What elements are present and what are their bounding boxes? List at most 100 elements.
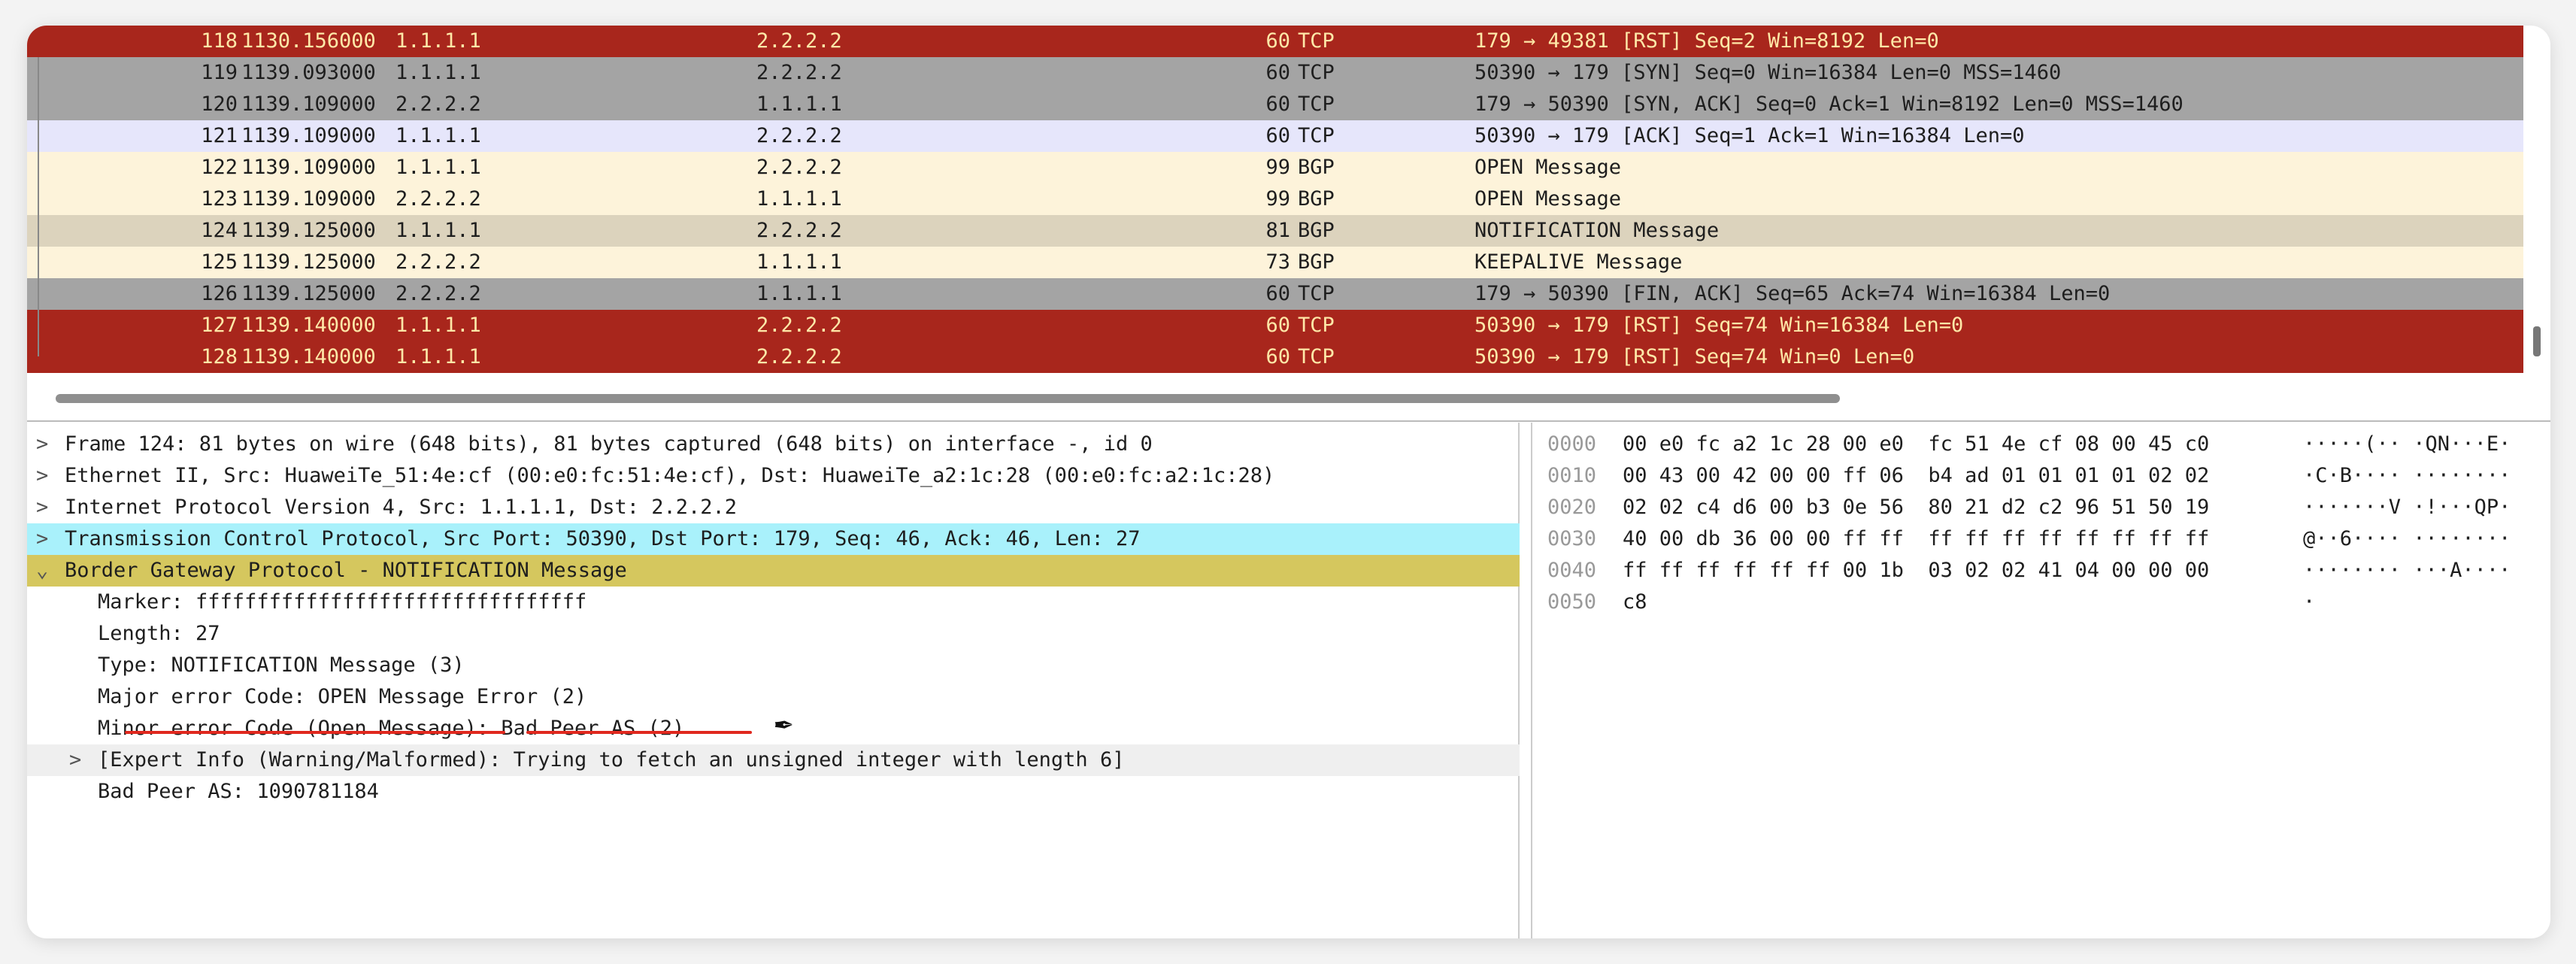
pane-divider[interactable] bbox=[27, 420, 2550, 422]
packet-src: 2.2.2.2 bbox=[395, 282, 481, 305]
packet-time: 1139.125000 bbox=[241, 219, 376, 242]
packet-len: 60 bbox=[1265, 282, 1290, 305]
packet-info: 50390 → 179 [RST] Seq=74 Win=16384 Len=0 bbox=[1474, 314, 1964, 337]
detail-row[interactable]: > Ethernet II, Src: HuaweiTe_51:4e:cf (00… bbox=[27, 460, 1520, 492]
packet-info: NOTIFICATION Message bbox=[1474, 219, 1720, 242]
packet-info: OPEN Message bbox=[1474, 187, 1622, 211]
hex-bytes[interactable]: ff ff ff ff ff ff 00 1b 03 02 02 41 04 0… bbox=[1623, 555, 2209, 587]
hex-row[interactable]: 0050 c8 · bbox=[1532, 587, 2525, 618]
packet-bytes-pane[interactable]: 0000 00 e0 fc a2 1c 28 00 e0 fc 51 4e cf … bbox=[1531, 423, 2523, 938]
detail-row[interactable]: Bad Peer AS: 1090781184 bbox=[27, 776, 1520, 808]
hex-bytes[interactable]: 40 00 db 36 00 00 ff ff ff ff ff ff ff f… bbox=[1623, 523, 2209, 555]
packet-no: 119 bbox=[201, 61, 238, 84]
packet-row[interactable]: 121 1139.109000 1.1.1.1 2.2.2.2 60 TCP 50390 →… bbox=[27, 120, 2523, 152]
packet-row[interactable]: 120 1139.109000 2.2.2.2 1.1.1.1 60 TCP 179 → 5… bbox=[27, 89, 2523, 120]
hex-ascii[interactable]: ·······V ·!···QP· bbox=[2303, 492, 2511, 523]
hex-bytes[interactable]: 00 43 00 42 00 00 ff 06 b4 ad 01 01 01 0… bbox=[1623, 460, 2209, 492]
hex-row[interactable]: 0000 00 e0 fc a2 1c 28 00 e0 fc 51 4e cf … bbox=[1532, 429, 2525, 460]
detail-row[interactable]: > Internet Protocol Version 4, Src: 1.1.1… bbox=[27, 492, 1520, 523]
packet-no: 128 bbox=[201, 345, 238, 368]
packet-no: 118 bbox=[201, 29, 238, 53]
hex-offset: 0010 bbox=[1547, 464, 1597, 487]
expand-arrow-icon[interactable]: > bbox=[36, 492, 59, 523]
packet-dst: 1.1.1.1 bbox=[756, 187, 842, 211]
packet-no: 120 bbox=[201, 92, 238, 116]
packet-dst: 2.2.2.2 bbox=[756, 219, 842, 242]
packet-no: 123 bbox=[201, 187, 238, 211]
packet-row[interactable]: 128 1139.140000 1.1.1.1 2.2.2.2 60 TCP 50390 →… bbox=[27, 341, 2523, 373]
packet-row[interactable]: 127 1139.140000 1.1.1.1 2.2.2.2 60 TCP 50390 →… bbox=[27, 310, 2523, 341]
packet-proto: TCP bbox=[1298, 92, 1335, 116]
packet-no: 127 bbox=[201, 314, 238, 337]
packet-dst: 2.2.2.2 bbox=[756, 345, 842, 368]
packet-info: OPEN Message bbox=[1474, 156, 1622, 179]
packet-row[interactable]: 123 1139.109000 2.2.2.2 1.1.1.1 99 BGP OPEN Me… bbox=[27, 183, 2523, 215]
packet-row[interactable]: 122 1139.109000 1.1.1.1 2.2.2.2 99 BGP OPEN Me… bbox=[27, 152, 2523, 183]
packet-src: 1.1.1.1 bbox=[395, 61, 481, 84]
packet-dst: 2.2.2.2 bbox=[756, 29, 842, 53]
packet-src: 1.1.1.1 bbox=[395, 314, 481, 337]
packet-src: 1.1.1.1 bbox=[395, 124, 481, 147]
detail-row[interactable]: Minor error Code (Open Message): Bad Pee… bbox=[27, 713, 1520, 744]
detail-text: Border Gateway Protocol - NOTIFICATION M… bbox=[65, 559, 627, 582]
hex-ascii[interactable]: ·C·B···· ········ bbox=[2303, 460, 2511, 492]
packet-details-pane[interactable]: > Frame 124: 81 bytes on wire (648 bits),… bbox=[27, 423, 1520, 938]
packet-list-horizontal-scrollbar-right[interactable] bbox=[956, 394, 1840, 403]
hex-row[interactable]: 0040 ff ff ff ff ff ff 00 1b 03 02 02 41 … bbox=[1532, 555, 2525, 587]
hex-ascii[interactable]: @··6···· ········ bbox=[2303, 523, 2511, 555]
detail-row[interactable]: ⌄ Border Gateway Protocol - NOTIFICATION … bbox=[27, 555, 1520, 587]
expand-arrow-icon[interactable]: > bbox=[69, 744, 92, 776]
packet-list-vertical-scrollbar[interactable] bbox=[2533, 326, 2541, 356]
detail-row[interactable]: Length: 27 bbox=[27, 618, 1520, 650]
packet-info: 179 → 50390 [FIN, ACK] Seq=65 Ack=74 Win… bbox=[1474, 282, 2111, 305]
packet-proto: TCP bbox=[1298, 314, 1335, 337]
detail-row[interactable]: Type: NOTIFICATION Message (3) bbox=[27, 650, 1520, 681]
packet-len: 99 bbox=[1265, 156, 1290, 179]
expand-arrow-icon[interactable]: > bbox=[36, 523, 59, 555]
packet-time: 1130.156000 bbox=[241, 29, 376, 53]
hex-ascii[interactable]: ·····(·· ·QN···E· bbox=[2303, 429, 2511, 460]
hex-row[interactable]: 0020 02 02 c4 d6 00 b3 0e 56 80 21 d2 c2 … bbox=[1532, 492, 2525, 523]
packet-row[interactable]: 124 1139.125000 1.1.1.1 2.2.2.2 81 BGP NOTIFIC… bbox=[27, 215, 2523, 247]
packet-list-horizontal-scrollbar-left[interactable] bbox=[56, 394, 968, 403]
hex-bytes[interactable]: 02 02 c4 d6 00 b3 0e 56 80 21 d2 c2 96 5… bbox=[1623, 492, 2209, 523]
detail-text: Minor error Code (Open Message): Bad Pee… bbox=[98, 717, 685, 740]
packet-no: 122 bbox=[201, 156, 238, 179]
pen-icon: ✒ bbox=[774, 705, 793, 740]
packet-proto: TCP bbox=[1298, 124, 1335, 147]
packet-no: 121 bbox=[201, 124, 238, 147]
packet-row[interactable]: 125 1139.125000 2.2.2.2 1.1.1.1 73 BGP KEEPALI… bbox=[27, 247, 2523, 278]
hex-ascii[interactable]: · bbox=[2303, 587, 2315, 618]
detail-row[interactable]: Marker: ffffffffffffffffffffffffffffffff bbox=[27, 587, 1520, 618]
detail-text: Transmission Control Protocol, Src Port:… bbox=[65, 527, 1141, 550]
packet-len: 60 bbox=[1265, 29, 1290, 53]
packet-dst: 1.1.1.1 bbox=[756, 282, 842, 305]
packet-len: 60 bbox=[1265, 61, 1290, 84]
packet-proto: TCP bbox=[1298, 29, 1335, 53]
packet-proto: TCP bbox=[1298, 345, 1335, 368]
hex-ascii[interactable]: ········ ···A···· bbox=[2303, 555, 2511, 587]
detail-text: Internet Protocol Version 4, Src: 1.1.1.… bbox=[65, 496, 738, 519]
packet-time: 1139.109000 bbox=[241, 92, 376, 116]
packet-row[interactable]: 118 1130.156000 1.1.1.1 2.2.2.2 60 TCP 179 → 4… bbox=[27, 26, 2523, 57]
packet-row[interactable]: 126 1139.125000 2.2.2.2 1.1.1.1 60 TCP 179 → 5… bbox=[27, 278, 2523, 310]
packet-dst: 2.2.2.2 bbox=[756, 61, 842, 84]
detail-row[interactable]: > [Expert Info (Warning/Malformed): Tryin… bbox=[27, 744, 1520, 776]
hex-bytes[interactable]: c8 bbox=[1623, 587, 1647, 618]
detail-row[interactable]: > Transmission Control Protocol, Src Port… bbox=[27, 523, 1520, 555]
detail-row[interactable]: > Frame 124: 81 bytes on wire (648 bits),… bbox=[27, 429, 1520, 460]
collapse-arrow-icon[interactable]: ⌄ bbox=[36, 555, 59, 587]
packet-info: 50390 → 179 [ACK] Seq=1 Ack=1 Win=16384 … bbox=[1474, 124, 2025, 147]
expand-arrow-icon[interactable]: > bbox=[36, 460, 59, 492]
packet-row[interactable]: 119 1139.093000 1.1.1.1 2.2.2.2 60 TCP 50390 →… bbox=[27, 57, 2523, 89]
hex-row[interactable]: 0030 40 00 db 36 00 00 ff ff ff ff ff ff … bbox=[1532, 523, 2525, 555]
detail-row[interactable]: Major error Code: OPEN Message Error (2) bbox=[27, 681, 1520, 713]
expand-arrow-icon[interactable]: > bbox=[36, 429, 59, 460]
packet-proto: BGP bbox=[1298, 250, 1335, 274]
detail-text: Type: NOTIFICATION Message (3) bbox=[98, 653, 465, 677]
hex-row[interactable]: 0010 00 43 00 42 00 00 ff 06 b4 ad 01 01 … bbox=[1532, 460, 2525, 492]
hex-bytes[interactable]: 00 e0 fc a2 1c 28 00 e0 fc 51 4e cf 08 0… bbox=[1623, 429, 2209, 460]
hex-offset: 0040 bbox=[1547, 559, 1597, 582]
packet-list[interactable]: 118 1130.156000 1.1.1.1 2.2.2.2 60 TCP 179 → 4… bbox=[27, 26, 2523, 373]
packet-dst: 1.1.1.1 bbox=[756, 92, 842, 116]
